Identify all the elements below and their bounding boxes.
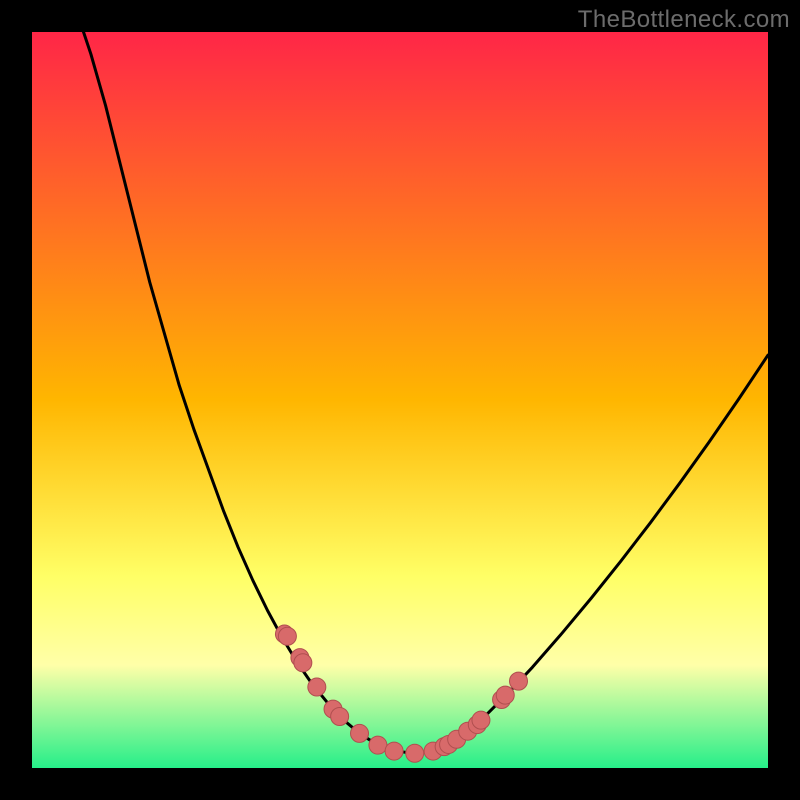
marker-dot [278, 627, 296, 645]
gradient-background [32, 32, 768, 768]
watermark-text: TheBottleneck.com [578, 6, 790, 34]
marker-dot [510, 672, 528, 690]
marker-dot [369, 736, 387, 754]
marker-dot [294, 654, 312, 672]
bottleneck-chart [32, 32, 768, 768]
chart-plot-area [32, 32, 768, 768]
marker-dot [385, 742, 403, 760]
marker-dot [308, 678, 326, 696]
chart-frame: TheBottleneck.com [0, 0, 800, 800]
marker-dot [496, 686, 514, 704]
marker-dot [472, 711, 490, 729]
marker-dot [406, 744, 424, 762]
marker-dot [351, 724, 369, 742]
marker-dot [331, 707, 349, 725]
